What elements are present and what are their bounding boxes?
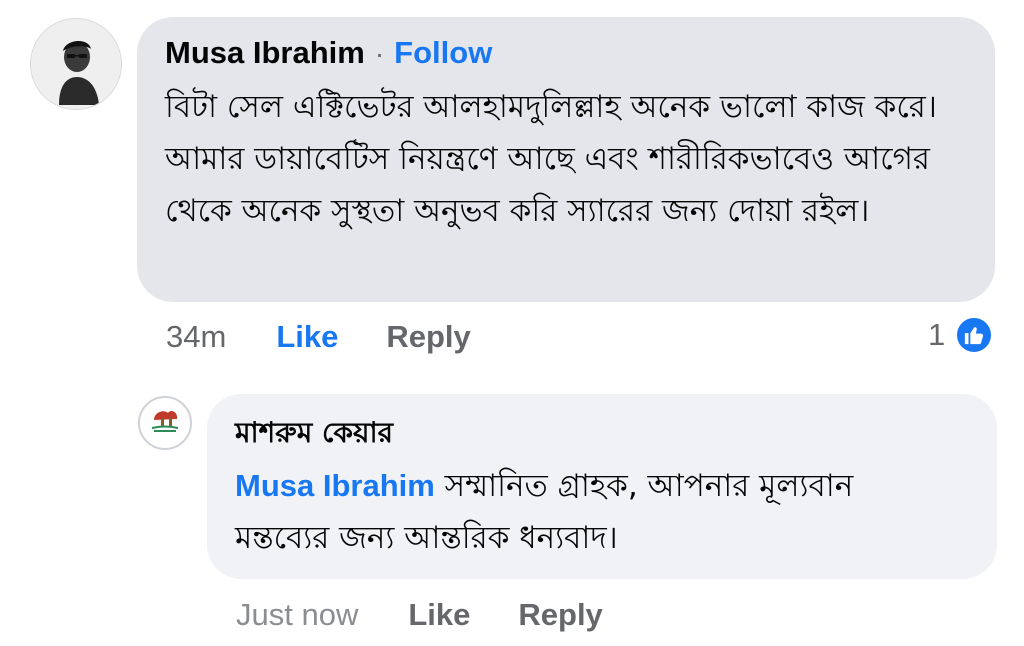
comment-body: বিটা সেল এক্টিভেটর আলহামদুলিল্লাহ অনেক ভ…: [165, 89, 937, 229]
follow-button[interactable]: Follow: [394, 35, 492, 71]
reply-reply-button[interactable]: Reply: [518, 597, 602, 633]
comment-thread: Musa Ibrahim · Follow বিটা সেল এক্টিভেটর…: [0, 0, 1024, 646]
mention-link[interactable]: Musa Ibrahim: [235, 468, 435, 503]
reaction-summary[interactable]: 1: [928, 314, 994, 356]
like-button[interactable]: Like: [276, 319, 338, 355]
profile-photo-icon: [31, 19, 121, 109]
reply-author-name[interactable]: মাশরুম কেয়ার: [235, 412, 969, 454]
page-avatar[interactable]: [138, 396, 192, 450]
comment-actions: 34m Like Reply: [166, 316, 471, 358]
reply-actions: Just now Like Reply: [236, 594, 603, 636]
reply-like-button[interactable]: Like: [408, 597, 470, 633]
reply-timestamp[interactable]: Just now: [236, 597, 358, 633]
reaction-count: 1: [928, 317, 946, 352]
mushroom-logo-icon: [141, 399, 189, 447]
reply-button[interactable]: Reply: [386, 319, 470, 355]
comment-bubble: Musa Ibrahim · Follow বিটা সেল এক্টিভেটর…: [137, 17, 995, 302]
separator-dot: ·: [374, 38, 385, 69]
reply-body: Musa Ibrahim সম্মানিত গ্রাহক, আপনার মূল্…: [235, 460, 955, 564]
comment-timestamp[interactable]: 34m: [166, 319, 226, 355]
comment-header: Musa Ibrahim · Follow: [165, 35, 967, 73]
comment-author-name[interactable]: Musa Ibrahim: [165, 35, 365, 71]
like-icon: [955, 316, 994, 354]
commenter-avatar[interactable]: [30, 18, 122, 110]
reply-bubble: মাশরুম কেয়ার Musa Ibrahim সম্মানিত গ্রা…: [207, 394, 997, 579]
